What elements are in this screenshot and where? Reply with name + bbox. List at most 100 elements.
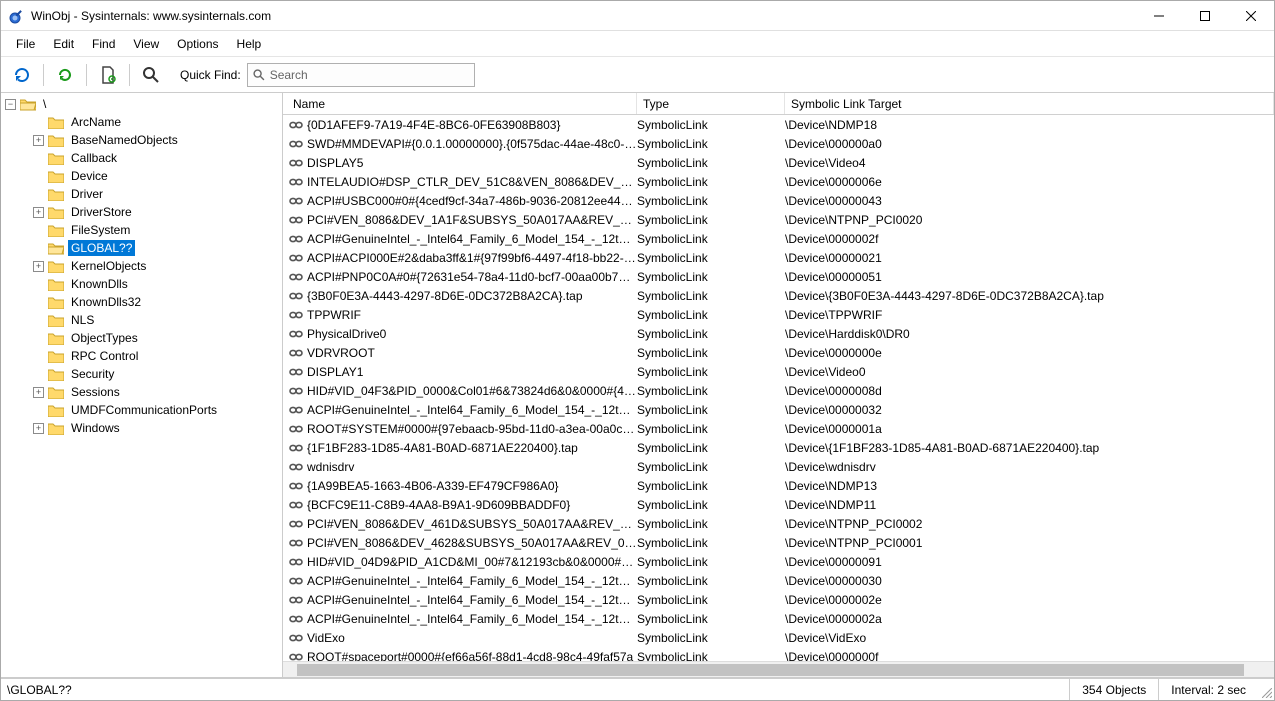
list-row[interactable]: VDRVROOTSymbolicLink\Device\0000000e [283, 343, 1274, 362]
search-box[interactable] [247, 63, 475, 87]
list-row[interactable]: DISPLAY5SymbolicLink\Device\Video4 [283, 153, 1274, 172]
list-row[interactable]: {3B0F0E3A-4443-4297-8D6E-0DC372B8A2CA}.t… [283, 286, 1274, 305]
tree-item[interactable]: Security [1, 365, 282, 383]
tree-pane[interactable]: − \ ArcName+BaseNamedObjectsCallbackDevi… [1, 93, 283, 677]
cell-target: \Device\Video4 [785, 156, 1274, 170]
list-row[interactable]: ACPI#PNP0C0A#0#{72631e54-78a4-11d0-bcf7-… [283, 267, 1274, 286]
list-body[interactable]: {0D1AFEF9-7A19-4F4E-8BC6-0FE63908B803}Sy… [283, 115, 1274, 661]
list-row[interactable]: {0D1AFEF9-7A19-4F4E-8BC6-0FE63908B803}Sy… [283, 115, 1274, 134]
tree-expander-plus[interactable]: + [33, 261, 44, 272]
tree-item[interactable]: NLS [1, 311, 282, 329]
resize-grip[interactable] [1258, 679, 1274, 700]
menu-item-options[interactable]: Options [168, 34, 227, 54]
tree-expander-plus[interactable]: + [33, 135, 44, 146]
tree-item[interactable]: +Sessions [1, 383, 282, 401]
tree-item[interactable]: GLOBAL?? [1, 239, 282, 257]
properties-button[interactable] [91, 60, 125, 90]
list-row[interactable]: PCI#VEN_8086&DEV_4628&SUBSYS_50A017AA&RE… [283, 533, 1274, 552]
app-icon [9, 8, 25, 24]
tree-item-label: DriverStore [68, 204, 135, 220]
tree-item[interactable]: +KernelObjects [1, 257, 282, 275]
cell-name: DISPLAY1 [307, 365, 637, 379]
tree-item[interactable]: FileSystem [1, 221, 282, 239]
menu-item-find[interactable]: Find [83, 34, 124, 54]
folder-icon [48, 404, 64, 417]
list-row[interactable]: {BCFC9E11-C8B9-4AA8-B9A1-9D609BBADDF0}Sy… [283, 495, 1274, 514]
tree-item[interactable]: KnownDlls32 [1, 293, 282, 311]
tree-item[interactable]: KnownDlls [1, 275, 282, 293]
list-row[interactable]: ROOT#SYSTEM#0000#{97ebaacb-95bd-11d0-a3e… [283, 419, 1274, 438]
cell-type: SymbolicLink [637, 194, 785, 208]
cell-name: ROOT#SYSTEM#0000#{97ebaacb-95bd-11d0-a3e… [307, 422, 637, 436]
list-row[interactable]: ACPI#USBC000#0#{4cedf9cf-34a7-486b-9036-… [283, 191, 1274, 210]
list-row[interactable]: ACPI#GenuineIntel_-_Intel64_Family_6_Mod… [283, 400, 1274, 419]
find-button[interactable] [134, 60, 168, 90]
tree-item[interactable]: +BaseNamedObjects [1, 131, 282, 149]
tree-expander-plus[interactable]: + [33, 387, 44, 398]
tree-item[interactable]: ObjectTypes [1, 329, 282, 347]
cell-name: PCI#VEN_8086&DEV_461D&SUBSYS_50A017AA&RE… [307, 517, 637, 531]
tree-expander-none [33, 171, 44, 182]
list-row[interactable]: PCI#VEN_8086&DEV_461D&SUBSYS_50A017AA&RE… [283, 514, 1274, 533]
cell-name: ACPI#USBC000#0#{4cedf9cf-34a7-486b-9036-… [307, 194, 637, 208]
list-row[interactable]: HID#VID_04F3&PID_0000&Col01#6&73824d6&0&… [283, 381, 1274, 400]
list-row[interactable]: INTELAUDIO#DSP_CTLR_DEV_51C8&VEN_8086&DE… [283, 172, 1274, 191]
tree-expander[interactable]: − [5, 99, 16, 110]
menubar: FileEditFindViewOptionsHelp [1, 31, 1274, 57]
refresh-button[interactable] [5, 60, 39, 90]
tree-item[interactable]: Driver [1, 185, 282, 203]
cell-name: VDRVROOT [307, 346, 637, 360]
horizontal-scrollbar[interactable] [283, 661, 1274, 677]
list-row[interactable]: ACPI#ACPI000E#2&daba3ff&1#{97f99bf6-4497… [283, 248, 1274, 267]
tree-expander-plus[interactable]: + [33, 207, 44, 218]
list-row[interactable]: {1A99BEA5-1663-4B06-A339-EF479CF986A0}Sy… [283, 476, 1274, 495]
tree-root-row[interactable]: − \ [1, 95, 282, 113]
status-object-count: 354 Objects [1069, 679, 1158, 700]
folder-icon [48, 116, 64, 129]
list-row[interactable]: DISPLAY1SymbolicLink\Device\Video0 [283, 362, 1274, 381]
close-button[interactable] [1228, 1, 1274, 31]
list-row[interactable]: HID#VID_04D9&PID_A1CD&MI_00#7&12193cb&0&… [283, 552, 1274, 571]
cell-target: \Device\Video0 [785, 365, 1274, 379]
menu-item-file[interactable]: File [7, 34, 44, 54]
list-row[interactable]: ROOT#spaceport#0000#{ef66a56f-88d1-4cd8-… [283, 647, 1274, 661]
maximize-button[interactable] [1182, 1, 1228, 31]
menu-item-help[interactable]: Help [228, 34, 271, 54]
symbolic-link-icon [289, 650, 303, 662]
minimize-button[interactable] [1136, 1, 1182, 31]
toolbar: Quick Find: [1, 57, 1274, 93]
column-header-type[interactable]: Type [637, 93, 785, 114]
list-row[interactable]: VidExoSymbolicLink\Device\VidExo [283, 628, 1274, 647]
column-header-name[interactable]: Name [287, 93, 637, 114]
tree-item[interactable]: UMDFCommunicationPorts [1, 401, 282, 419]
refresh-alt-button[interactable] [48, 60, 82, 90]
list-row[interactable]: TPPWRIFSymbolicLink\Device\TPPWRIF [283, 305, 1274, 324]
list-row[interactable]: PCI#VEN_8086&DEV_1A1F&SUBSYS_50A017AA&RE… [283, 210, 1274, 229]
menu-item-view[interactable]: View [124, 34, 168, 54]
cell-target: \Device\NTPNP_PCI0020 [785, 213, 1274, 227]
list-row[interactable]: ACPI#GenuineIntel_-_Intel64_Family_6_Mod… [283, 609, 1274, 628]
tree-expander-none [33, 351, 44, 362]
list-row[interactable]: ACPI#GenuineIntel_-_Intel64_Family_6_Mod… [283, 571, 1274, 590]
list-row[interactable]: SWD#MMDEVAPI#{0.0.1.00000000}.{0f575dac-… [283, 134, 1274, 153]
search-input[interactable] [270, 68, 460, 82]
list-row[interactable]: PhysicalDrive0SymbolicLink\Device\Harddi… [283, 324, 1274, 343]
cell-type: SymbolicLink [637, 346, 785, 360]
cell-type: SymbolicLink [637, 650, 785, 662]
tree-item[interactable]: Callback [1, 149, 282, 167]
cell-type: SymbolicLink [637, 137, 785, 151]
tree-item[interactable]: Device [1, 167, 282, 185]
menu-item-edit[interactable]: Edit [44, 34, 83, 54]
list-row[interactable]: ACPI#GenuineIntel_-_Intel64_Family_6_Mod… [283, 590, 1274, 609]
tree-expander-none [33, 315, 44, 326]
tree-expander-plus[interactable]: + [33, 423, 44, 434]
list-row[interactable]: ACPI#GenuineIntel_-_Intel64_Family_6_Mod… [283, 229, 1274, 248]
tree-item[interactable]: RPC Control [1, 347, 282, 365]
tree-item[interactable]: +Windows [1, 419, 282, 437]
tree-item[interactable]: ArcName [1, 113, 282, 131]
cell-name: TPPWRIF [307, 308, 637, 322]
list-row[interactable]: {1F1BF283-1D85-4A81-B0AD-6871AE220400}.t… [283, 438, 1274, 457]
column-header-target[interactable]: Symbolic Link Target [785, 93, 1274, 114]
list-row[interactable]: wdnisdrvSymbolicLink\Device\wdnisdrv [283, 457, 1274, 476]
tree-item[interactable]: + DriverStore [1, 203, 282, 221]
